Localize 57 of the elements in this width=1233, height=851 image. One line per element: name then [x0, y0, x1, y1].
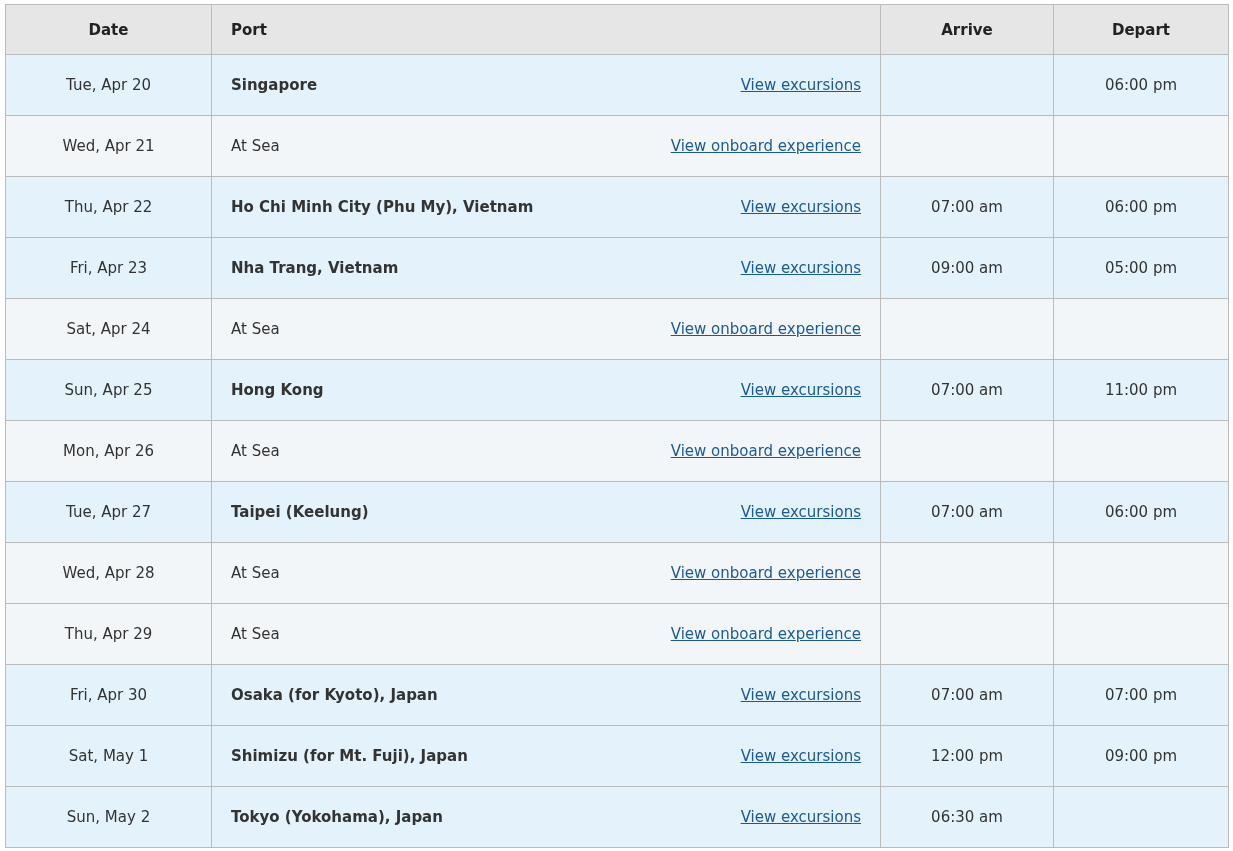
column-header: Depart — [1053, 4, 1229, 55]
link[interactable]: View excursions — [740, 747, 861, 765]
table-cell: Tue, Apr 27 — [5, 481, 212, 543]
table-cell: Thu, Apr 22 — [5, 176, 212, 238]
table-cell: 11:00 pm — [1053, 359, 1229, 421]
table-cell: 06:00 pm — [1053, 481, 1229, 543]
table-cell: Tue, Apr 20 — [5, 54, 212, 116]
port-name: At Sea — [231, 625, 280, 643]
port-name: At Sea — [231, 564, 280, 582]
link[interactable]: View excursions — [740, 259, 861, 277]
port-name: Taipei (Keelung) — [231, 503, 369, 521]
column-header: Arrive — [880, 4, 1054, 55]
table-cell: 05:00 pm — [1053, 237, 1229, 299]
table-cell: Sun, Apr 25 — [5, 359, 212, 421]
table-cell: 09:00 am — [880, 237, 1054, 299]
table-cell: 07:00 am — [880, 359, 1054, 421]
link[interactable]: View excursions — [740, 198, 861, 216]
table-cell: 06:30 am — [880, 786, 1054, 848]
port-name: Nha Trang, Vietnam — [231, 259, 399, 277]
link[interactable]: View onboard experience — [670, 442, 861, 460]
port-name: Tokyo (Yokohama), Japan — [231, 808, 443, 826]
link[interactable]: View excursions — [740, 76, 861, 94]
port-name: At Sea — [231, 137, 280, 155]
table-cell: Sun, May 2 — [5, 786, 212, 848]
table-cell: 09:00 pm — [1053, 725, 1229, 787]
table-cell: Thu, Apr 29 — [5, 603, 212, 665]
link[interactable]: View onboard experience — [670, 625, 861, 643]
link[interactable]: View excursions — [740, 381, 861, 399]
link[interactable]: View excursions — [740, 503, 861, 521]
table-cell: Fri, Apr 30 — [5, 664, 212, 726]
table-cell: 07:00 am — [880, 664, 1054, 726]
table-cell: Sat, May 1 — [5, 725, 212, 787]
table-cell: Sat, Apr 24 — [5, 298, 212, 360]
table-cell: 12:00 pm — [880, 725, 1054, 787]
table-cell: Wed, Apr 21 — [5, 115, 212, 177]
port-name: Osaka (for Kyoto), Japan — [231, 686, 438, 704]
port-name: At Sea — [231, 442, 280, 460]
table-cell: 06:00 pm — [1053, 54, 1229, 116]
port-name: Shimizu (for Mt. Fuji), Japan — [231, 747, 468, 765]
port-name: Singapore — [231, 76, 318, 94]
link[interactable]: View onboard experience — [670, 320, 861, 338]
table-cell: 07:00 pm — [1053, 664, 1229, 726]
table-cell: 07:00 am — [880, 481, 1054, 543]
column-header: Date — [5, 4, 212, 55]
column-header: Port — [211, 4, 881, 55]
table-cell: Wed, Apr 28 — [5, 542, 212, 604]
port-name: Ho Chi Minh City (Phu My), Vietnam — [231, 198, 534, 216]
table-cell: Mon, Apr 26 — [5, 420, 212, 482]
link[interactable]: View onboard experience — [670, 137, 861, 155]
link[interactable]: View excursions — [740, 686, 861, 704]
port-name: At Sea — [231, 320, 280, 338]
port-name: Hong Kong — [231, 381, 324, 399]
link[interactable]: View onboard experience — [670, 564, 861, 582]
table-cell: 07:00 am — [880, 176, 1054, 238]
table-cell: 06:00 pm — [1053, 176, 1229, 238]
table-cell: Fri, Apr 23 — [5, 237, 212, 299]
link[interactable]: View excursions — [740, 808, 861, 826]
